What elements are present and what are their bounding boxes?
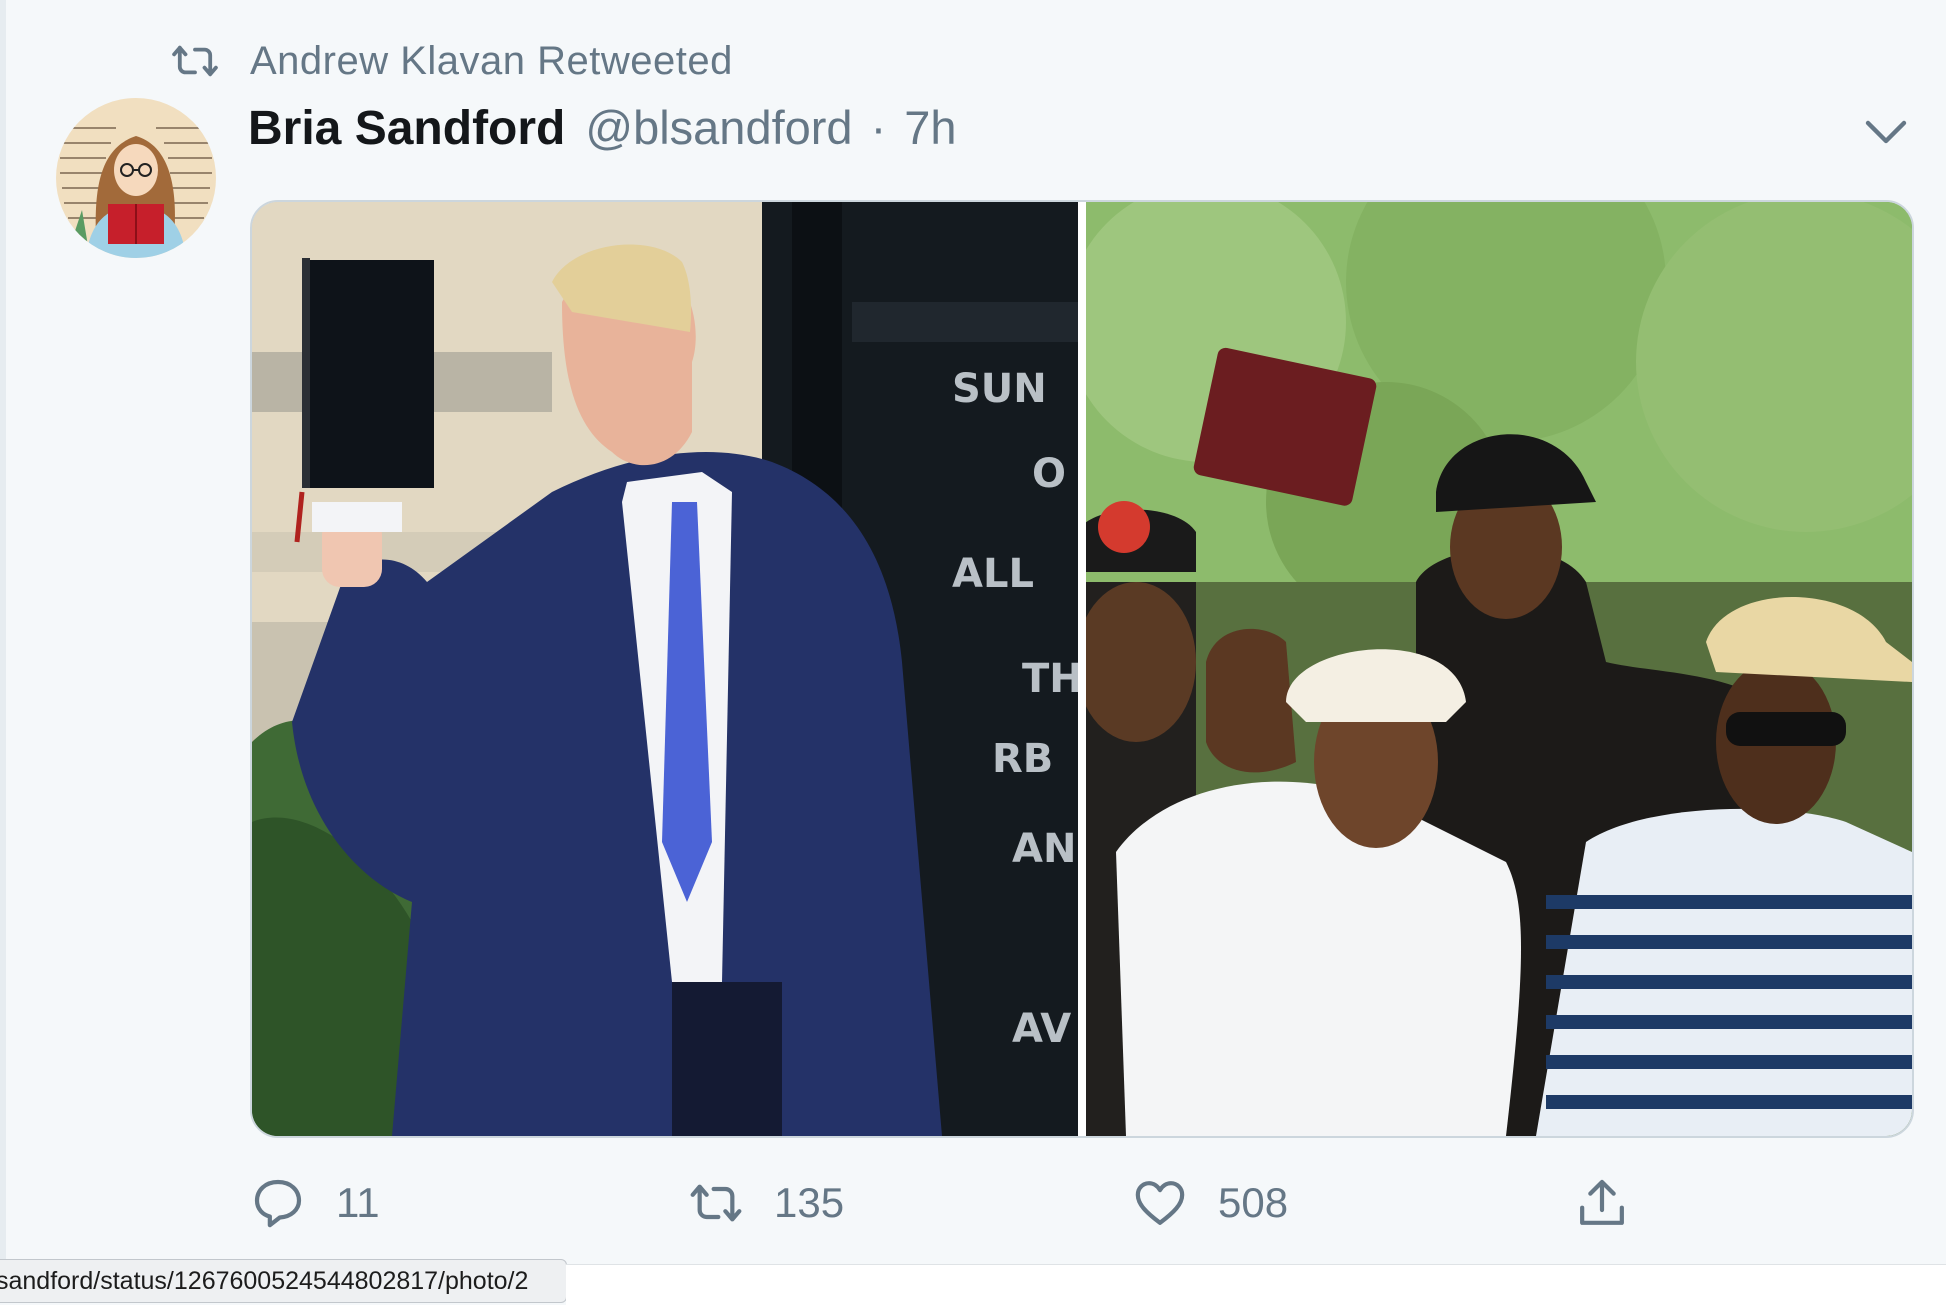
retweeted-by-label[interactable]: Andrew Klavan Retweeted xyxy=(250,39,733,84)
tweet-timestamp[interactable]: 7h xyxy=(904,100,956,155)
chevron-down-icon[interactable] xyxy=(1862,112,1910,150)
reply-button[interactable]: 11 xyxy=(250,1168,380,1238)
retweet-button[interactable]: 135 xyxy=(688,1168,844,1238)
svg-text:SUN: SUN xyxy=(952,366,1047,412)
browser-status-bar: sandford/status/1267600524544802817/phot… xyxy=(0,1259,567,1303)
status-url: sandford/status/1267600524544802817/phot… xyxy=(0,1266,529,1295)
page-bottom-edge xyxy=(566,1264,1946,1305)
retweet-icon xyxy=(172,45,218,77)
tweet-header: Bria Sandford @blsandford · 7h xyxy=(248,100,957,160)
share-icon xyxy=(1580,1179,1624,1225)
media-photo-1[interactable]: SUN O ALL TH RB AN AV xyxy=(252,202,1078,1136)
retweet-context: Andrew Klavan Retweeted xyxy=(172,36,733,86)
reply-icon xyxy=(254,1179,302,1228)
author-name[interactable]: Bria Sandford xyxy=(248,101,565,156)
like-button[interactable]: 508 xyxy=(1132,1168,1288,1238)
tweet-actions: 11 135 508 xyxy=(250,1168,1650,1238)
retweet-icon xyxy=(690,1184,742,1222)
like-count: 508 xyxy=(1218,1179,1289,1226)
svg-text:AV: AV xyxy=(1012,1006,1071,1052)
reply-count: 11 xyxy=(336,1179,380,1226)
svg-text:RB: RB xyxy=(992,736,1053,782)
retweet-count: 135 xyxy=(774,1179,845,1226)
tweet[interactable]: Andrew Klavan Retweeted Bria Sandford @b… xyxy=(0,0,1946,1268)
author-handle[interactable]: @blsandford xyxy=(585,100,852,155)
svg-text:ALL: ALL xyxy=(952,551,1034,597)
avatar[interactable] xyxy=(56,98,216,258)
heart-icon xyxy=(1135,1181,1185,1225)
svg-text:O: O xyxy=(1032,451,1066,497)
share-button[interactable] xyxy=(1574,1168,1630,1238)
tweet-media: SUN O ALL TH RB AN AV xyxy=(250,200,1914,1138)
svg-text:TH: TH xyxy=(1022,656,1078,702)
separator-dot: · xyxy=(870,101,887,154)
svg-text:AN: AN xyxy=(1012,826,1076,872)
media-photo-2[interactable] xyxy=(1086,202,1912,1136)
